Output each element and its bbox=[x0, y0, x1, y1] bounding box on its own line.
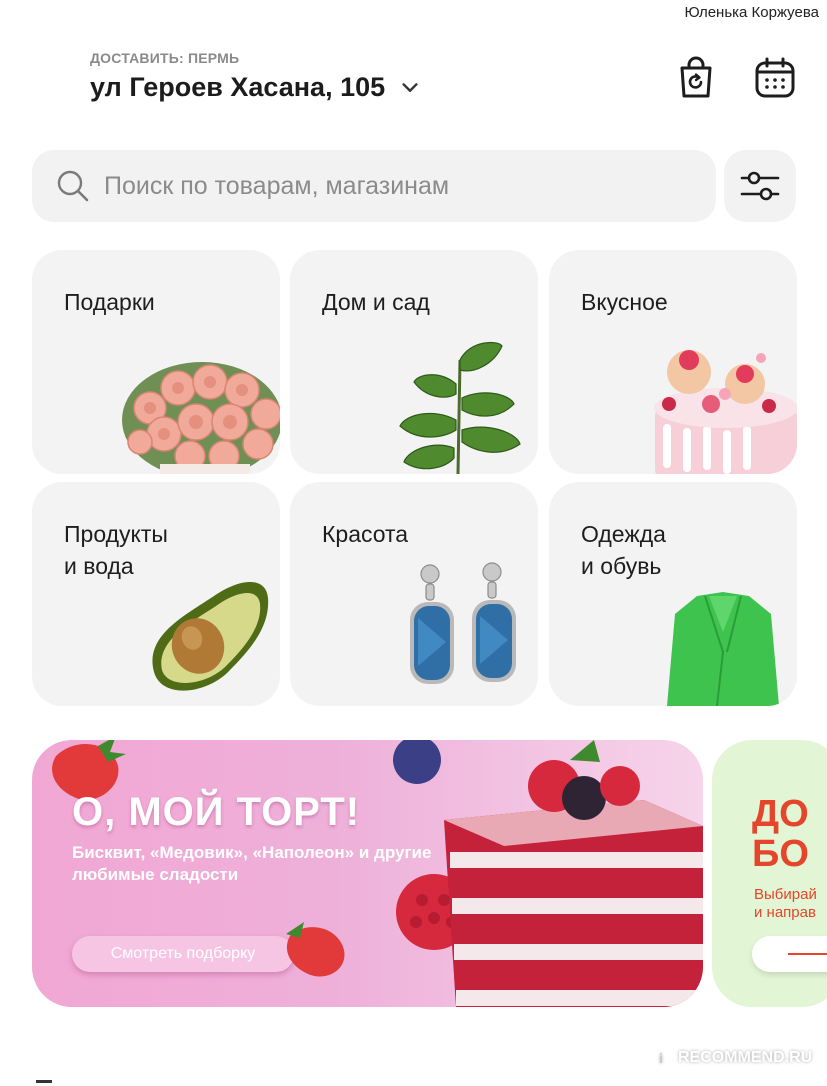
search-input[interactable] bbox=[104, 171, 664, 201]
banner-button[interactable] bbox=[752, 936, 827, 972]
calendar-icon bbox=[755, 57, 795, 98]
address-selector[interactable]: ул Героев Хасана, 105 bbox=[90, 72, 421, 103]
cake-slice-image bbox=[444, 740, 703, 1007]
delivery-city-label: ДОСТАВИТЬ: ПЕРМЬ bbox=[90, 50, 240, 66]
category-label: Подарки bbox=[64, 289, 155, 315]
category-label: Одежда и обувь bbox=[581, 521, 666, 579]
promo-banner-bonus[interactable]: ДО БО Выбирай и направ bbox=[712, 740, 827, 1007]
banner-title: ДО БО bbox=[752, 793, 809, 875]
banner-subtitle: Выбирай и направ bbox=[754, 886, 817, 921]
flower-bouquet-image bbox=[122, 362, 280, 474]
orders-bag-icon bbox=[680, 56, 712, 98]
watermark: i RECOMMEND.RU bbox=[650, 1046, 812, 1070]
promo-banner-cake[interactable]: О, МОЙ ТОРТ! Бисквит, «Медовик», «Наполе… bbox=[32, 740, 703, 1007]
watermark-text: RECOMMEND.RU bbox=[678, 1049, 813, 1066]
strawberry-image bbox=[286, 922, 345, 977]
category-home-garden[interactable]: Дом и сад bbox=[290, 250, 538, 474]
orders-button[interactable] bbox=[672, 54, 720, 102]
category-clothes-shoes[interactable]: Одежда и обувь bbox=[549, 482, 797, 706]
bottom-section-edge bbox=[36, 1080, 52, 1083]
category-label: Продукты и вода bbox=[64, 521, 168, 579]
category-label: Дом и сад bbox=[322, 289, 430, 315]
search-bar[interactable] bbox=[32, 150, 716, 222]
blueberry-image bbox=[393, 740, 441, 784]
watermark-badge: i bbox=[650, 1046, 672, 1070]
chevron-down-icon bbox=[402, 82, 418, 92]
filter-sliders-icon bbox=[740, 171, 780, 201]
banner-title: О, МОЙ ТОРТ! bbox=[72, 790, 361, 834]
category-gifts[interactable]: Подарки bbox=[32, 250, 280, 474]
category-label: Красота bbox=[322, 521, 409, 547]
category-label: Вкусное bbox=[581, 289, 668, 315]
view-collection-button[interactable]: Смотреть подборку bbox=[72, 936, 294, 972]
category-tasty[interactable]: Вкусное bbox=[549, 250, 797, 474]
green-jacket-image bbox=[667, 592, 779, 706]
category-beauty[interactable]: Красота bbox=[290, 482, 538, 706]
plant-image bbox=[399, 341, 521, 474]
address-text: ул Героев Хасана, 105 bbox=[90, 72, 386, 102]
search-icon bbox=[57, 170, 89, 202]
user-name: Юленька Коржуева bbox=[684, 4, 819, 21]
filter-button[interactable] bbox=[724, 150, 796, 222]
avocado-image bbox=[152, 582, 269, 691]
earrings-image bbox=[410, 562, 516, 684]
category-products-water[interactable]: Продукты и вода bbox=[32, 482, 280, 706]
cake-image bbox=[654, 350, 797, 474]
calendar-button[interactable] bbox=[751, 54, 799, 102]
